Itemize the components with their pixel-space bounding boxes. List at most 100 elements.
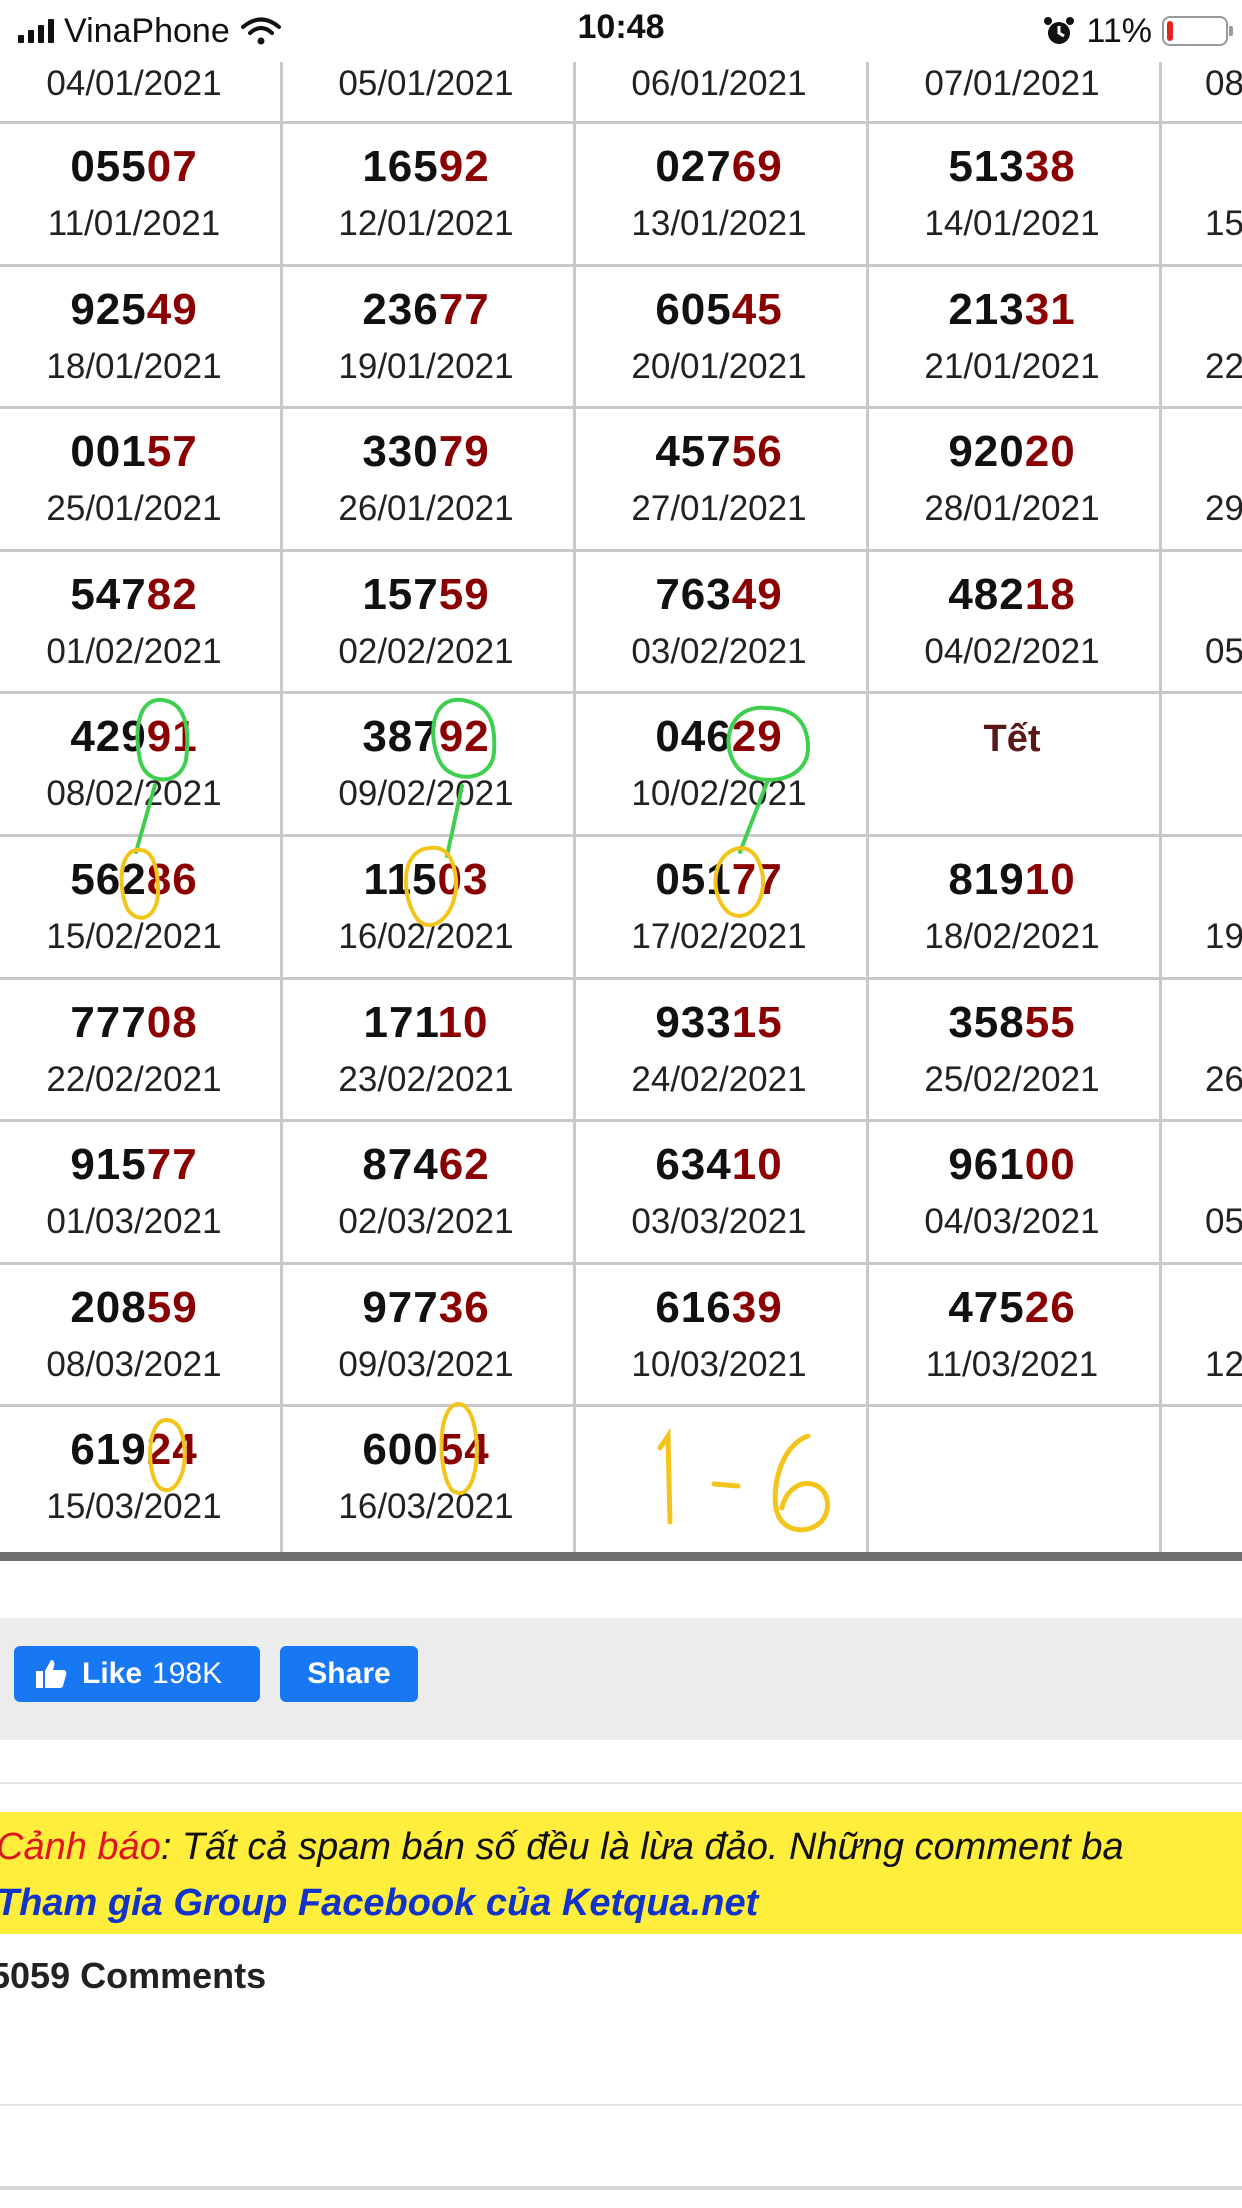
warning-banner: Cảnh báo: Tất cả spam bán số đều là lừa … (0, 1812, 1242, 1934)
number-prefix: 429 (70, 712, 147, 762)
number-prefix: 165 (362, 142, 439, 191)
number-prefix: 482 (948, 569, 1025, 619)
divider (0, 1782, 1242, 1784)
number-prefix: 616 (655, 1282, 732, 1332)
number-tail: 55 (1024, 997, 1076, 1047)
number-tail: 59 (146, 1282, 198, 1332)
lottery-number: 60545 (573, 285, 865, 335)
table-bottom-rule (0, 1552, 1242, 1561)
facebook-share-button[interactable]: Share (280, 1646, 418, 1702)
draw-date: 08/03/2021 (46, 1344, 222, 1384)
number-tail: 39 (731, 1282, 783, 1332)
row-divider (0, 548, 1242, 552)
row-divider (0, 1261, 1242, 1265)
number-prefix: 763 (655, 569, 732, 619)
number-tail: 77 (731, 855, 783, 904)
draw-date: 09/02/2021 (338, 774, 514, 814)
number-tail: 29 (731, 712, 783, 762)
row-divider (0, 834, 1242, 837)
lottery-number: 05507 (0, 142, 280, 192)
like-count: 198K (152, 1657, 223, 1690)
draw-date: 28/01/2021 (924, 489, 1100, 529)
divider (0, 2186, 1242, 2190)
draw-date: 11/01/2021 (47, 204, 221, 243)
lottery-number: 42991 (0, 712, 280, 762)
draw-date: 15 (1205, 204, 1242, 243)
lottery-number: 87462 (280, 1140, 572, 1190)
number-prefix: 208 (70, 1282, 147, 1332)
number-prefix: 236 (362, 284, 439, 334)
number-tail: 49 (731, 569, 783, 619)
lottery-number: 45756 (573, 427, 865, 477)
lottery-number: 54782 (0, 570, 280, 620)
facebook-like-button[interactable]: Like 198K (14, 1646, 260, 1702)
draw-date: 09/03/2021 (338, 1344, 514, 1384)
draw-date: 22 (1205, 346, 1242, 386)
draw-date: 10/03/2021 (631, 1344, 807, 1384)
number-prefix: 562 (70, 855, 147, 904)
number-prefix: 046 (655, 712, 732, 762)
warning-message: : Tất cả spam bán số đều là lừa đảo. Nhữ… (160, 1826, 1124, 1868)
draw-date: 27/01/2021 (631, 489, 807, 529)
lottery-number: 05177 (573, 855, 865, 905)
lottery-number: 96100 (866, 1140, 1158, 1190)
divider (0, 2104, 1242, 2106)
number-tail: 18 (1024, 569, 1076, 619)
number-tail: 79 (438, 427, 490, 477)
draw-date: 17/02/2021 (631, 917, 807, 956)
thumbs-up-icon (36, 1660, 67, 1688)
number-tail: 45 (731, 284, 783, 334)
lottery-number: 92020 (866, 427, 1158, 477)
lottery-number: 93315 (573, 998, 865, 1048)
lottery-number: 11503 (280, 855, 572, 905)
row-divider (0, 263, 1242, 267)
number-prefix: 819 (948, 855, 1025, 904)
number-prefix: 001 (70, 427, 147, 477)
number-prefix: 961 (948, 1140, 1025, 1190)
number-prefix: 027 (655, 142, 732, 191)
draw-date: 24/02/2021 (631, 1059, 807, 1099)
lottery-number: 61924 (0, 1425, 280, 1475)
lottery-number: 20859 (0, 1283, 280, 1333)
lottery-number: 15759 (280, 570, 572, 620)
draw-date: 20/01/2021 (631, 346, 807, 386)
draw-date: 22/02/2021 (46, 1059, 222, 1099)
number-tail: 10 (1024, 855, 1076, 904)
number-tail: 38 (1024, 142, 1076, 191)
draw-date: 18/01/2021 (46, 346, 222, 386)
row-divider (0, 1404, 1242, 1408)
number-tail: 77 (146, 1140, 198, 1190)
draw-date: 16/02/2021 (338, 917, 514, 956)
number-tail: 08 (146, 997, 198, 1047)
number-tail: 31 (1024, 284, 1076, 334)
number-tail: 49 (146, 284, 198, 334)
row-divider (0, 121, 1242, 124)
lottery-number: 47526 (866, 1283, 1158, 1333)
warning-label: Cảnh báo (0, 1826, 161, 1868)
battery-icon (1162, 16, 1233, 46)
number-tail: 15 (731, 997, 783, 1047)
number-prefix: 475 (948, 1282, 1025, 1332)
number-prefix: 387 (362, 712, 439, 762)
lottery-number: 38792 (280, 712, 572, 762)
number-prefix: 925 (70, 284, 147, 334)
battery-percent: 11% (1086, 11, 1152, 50)
number-tail: 69 (731, 142, 783, 191)
warning-text: Cảnh báo: Tất cả spam bán số đều là lừa … (0, 1826, 1124, 1869)
number-prefix: 330 (362, 427, 439, 477)
lottery-number: 16592 (280, 142, 572, 192)
number-prefix: 874 (362, 1140, 439, 1190)
number-prefix: 605 (655, 284, 732, 334)
number-tail: 59 (438, 569, 490, 619)
alarm-icon (1044, 17, 1075, 44)
number-prefix: 777 (70, 997, 147, 1047)
lottery-number: 63410 (573, 1140, 865, 1190)
date-label: 05/01/2021 (338, 64, 514, 103)
draw-date: 25/01/2021 (46, 489, 222, 529)
lottery-number: 77708 (0, 998, 280, 1048)
number-tail: 57 (146, 427, 198, 477)
number-prefix: 619 (70, 1425, 147, 1475)
facebook-group-link[interactable]: Tham gia Group Facebook của Ketqua.net (0, 1882, 758, 1925)
draw-date: 19/01/2021 (338, 346, 514, 386)
number-prefix: 171 (363, 997, 438, 1047)
